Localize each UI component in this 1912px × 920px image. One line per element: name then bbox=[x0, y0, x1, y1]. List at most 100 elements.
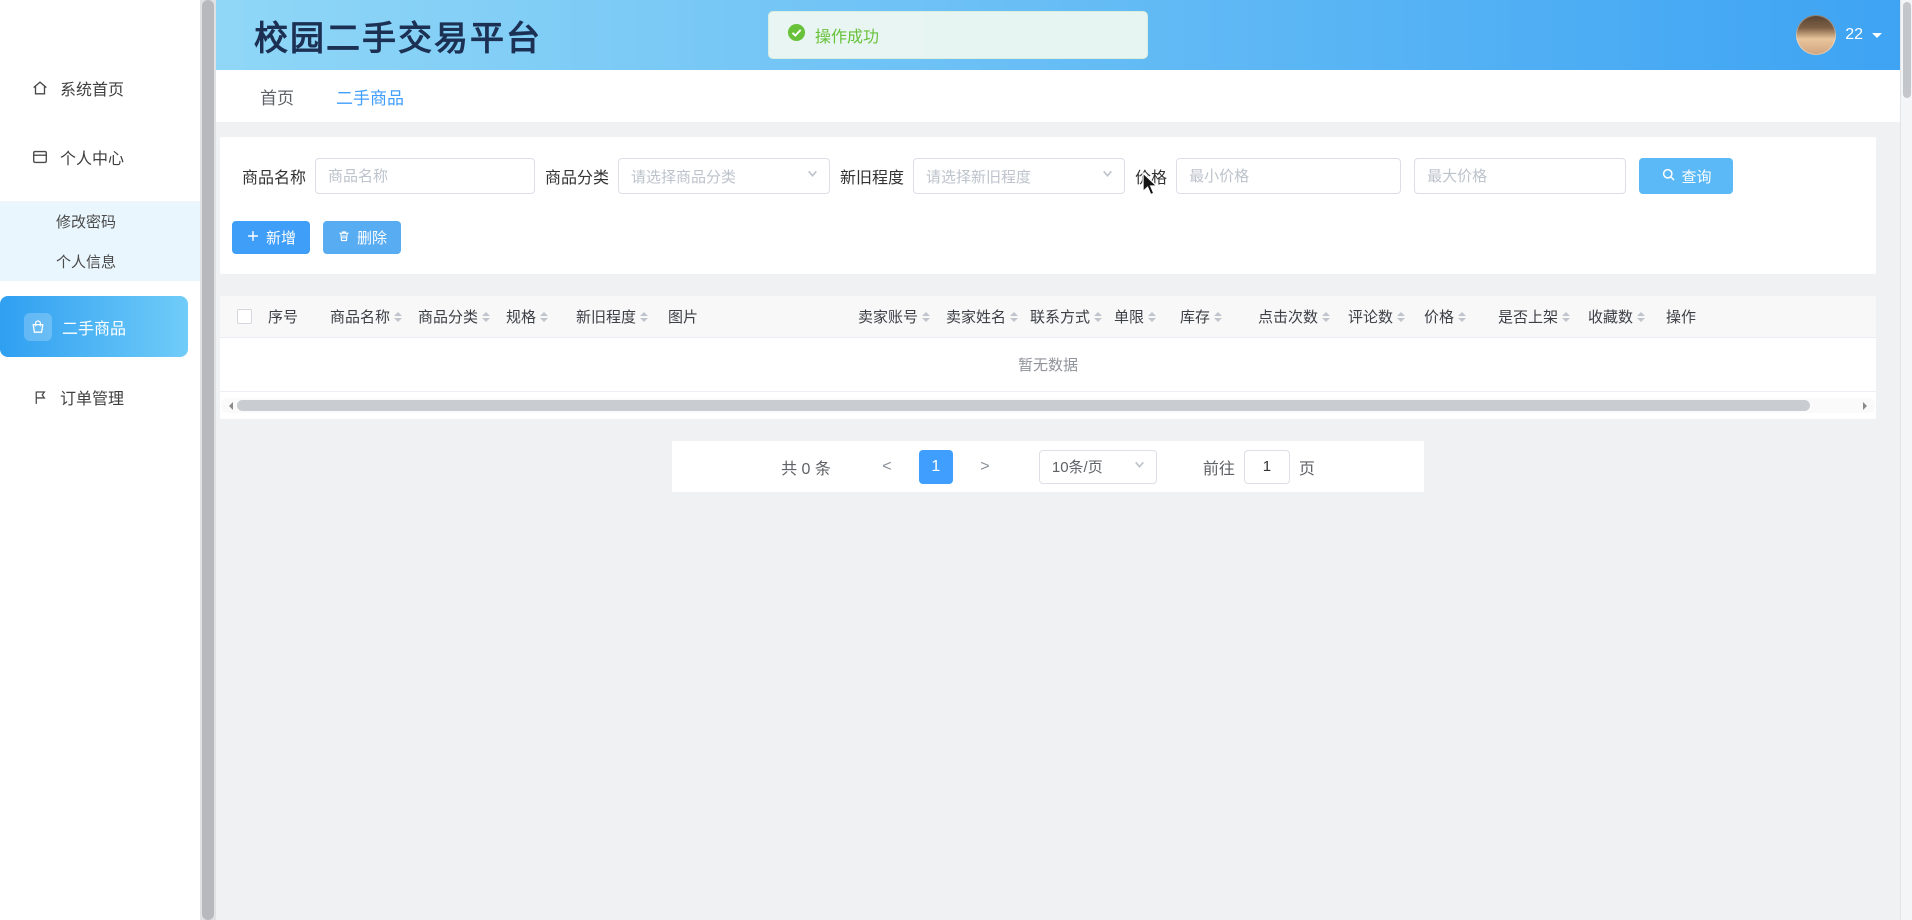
goods-icon bbox=[24, 313, 52, 341]
min-price-input[interactable] bbox=[1176, 158, 1401, 194]
sort-caret-icon[interactable] bbox=[540, 308, 548, 326]
sort-caret-icon[interactable] bbox=[922, 308, 930, 326]
sort-caret-icon[interactable] bbox=[1562, 308, 1570, 326]
tab-首页[interactable]: 首页 bbox=[260, 84, 294, 109]
toast-message: 操作成功 bbox=[815, 23, 879, 47]
sort-caret-icon[interactable] bbox=[1637, 308, 1645, 326]
sort-caret-icon[interactable] bbox=[1397, 308, 1405, 326]
sort-caret-icon[interactable] bbox=[1094, 308, 1102, 326]
sort-caret-icon[interactable] bbox=[394, 308, 402, 326]
current-page-button[interactable]: 1 bbox=[919, 450, 953, 484]
column-label: 规格 bbox=[506, 306, 536, 327]
filter-row: 商品名称 商品分类 请选择商品分类 新旧程度 请选择新旧程度 价格 bbox=[232, 158, 1858, 194]
column-label: 评论数 bbox=[1348, 306, 1393, 327]
column-header-评论数[interactable]: 评论数 bbox=[1348, 306, 1424, 327]
sidebar-item-系统首页[interactable]: 系统首页 bbox=[0, 64, 200, 112]
plus-icon bbox=[246, 229, 260, 247]
trash-icon bbox=[337, 229, 351, 247]
column-header-图片: 图片 bbox=[668, 306, 858, 327]
tab-二手商品[interactable]: 二手商品 bbox=[336, 84, 404, 109]
sidebar-scrollbar[interactable] bbox=[200, 0, 216, 920]
sidebar-item-订单管理[interactable]: 订单管理 bbox=[0, 373, 200, 421]
app-header: 校园二手交易平台 操作成功 22 bbox=[216, 0, 1912, 70]
prev-page-button[interactable]: < bbox=[873, 458, 901, 476]
user-menu[interactable]: 22 bbox=[1796, 0, 1882, 70]
horizontal-scrollbar[interactable] bbox=[221, 398, 1875, 413]
sort-caret-icon[interactable] bbox=[1458, 308, 1466, 326]
condition-label: 新旧程度 bbox=[840, 164, 904, 188]
column-header-卖家账号[interactable]: 卖家账号 bbox=[858, 306, 946, 327]
column-label: 单限 bbox=[1114, 306, 1144, 327]
column-header-操作: 操作 bbox=[1666, 306, 1726, 327]
column-header-卖家姓名[interactable]: 卖家姓名 bbox=[946, 306, 1030, 327]
user-name: 22 bbox=[1845, 26, 1863, 44]
column-header-序号: 序号 bbox=[268, 306, 330, 327]
column-header-联系方式[interactable]: 联系方式 bbox=[1030, 306, 1114, 327]
sidebar-item-个人信息[interactable]: 个人信息 bbox=[0, 241, 200, 281]
sidebar: 系统首页个人中心修改密码个人信息二手商品订单管理 bbox=[0, 0, 200, 920]
category-select[interactable]: 请选择商品分类 bbox=[618, 158, 830, 194]
sort-caret-icon[interactable] bbox=[640, 308, 648, 326]
column-header-收藏数[interactable]: 收藏数 bbox=[1588, 306, 1666, 327]
table-empty-row: 暂无数据 bbox=[220, 338, 1876, 392]
sidebar-item-个人中心[interactable]: 个人中心 bbox=[0, 133, 200, 181]
column-label: 操作 bbox=[1666, 306, 1696, 327]
product-name-label: 商品名称 bbox=[242, 164, 306, 188]
sort-caret-icon[interactable] bbox=[1322, 308, 1330, 326]
column-header-点击次数[interactable]: 点击次数 bbox=[1258, 306, 1348, 327]
sidebar-item-修改密码[interactable]: 修改密码 bbox=[0, 201, 200, 241]
page-size-select[interactable]: 10条/页 bbox=[1039, 450, 1157, 484]
column-header-是否上架[interactable]: 是否上架 bbox=[1498, 306, 1588, 327]
sort-caret-icon[interactable] bbox=[482, 308, 490, 326]
table-header-row: 序号商品名称 商品分类 规格 新旧程度图片 卖家账号 卖家姓名 联系方式 单限 库存点击次数 评论… bbox=[220, 296, 1876, 338]
search-button[interactable]: 查询 bbox=[1639, 158, 1733, 194]
sidebar-item-label: 个人中心 bbox=[60, 145, 124, 169]
window-scrollbar-thumb[interactable] bbox=[1903, 2, 1911, 98]
content-area: 商品名称 商品分类 请选择商品分类 新旧程度 请选择新旧程度 价格 bbox=[216, 122, 1912, 920]
filter-panel: 商品名称 商品分类 请选择商品分类 新旧程度 请选择新旧程度 价格 bbox=[220, 137, 1876, 274]
column-label: 图片 bbox=[668, 306, 698, 327]
column-label: 联系方式 bbox=[1030, 306, 1090, 327]
sidebar-item-二手商品[interactable]: 二手商品 bbox=[0, 296, 188, 357]
sidebar-menu: 系统首页个人中心修改密码个人信息二手商品订单管理 bbox=[0, 64, 200, 421]
flag-icon bbox=[30, 387, 50, 407]
sort-caret-icon[interactable] bbox=[1214, 308, 1222, 326]
condition-select[interactable]: 请选择新旧程度 bbox=[913, 158, 1125, 194]
column-label: 商品名称 bbox=[330, 306, 390, 327]
category-select-placeholder: 请选择商品分类 bbox=[631, 166, 736, 187]
window-scrollbar[interactable] bbox=[1900, 0, 1912, 920]
add-button[interactable]: 新增 bbox=[232, 221, 310, 254]
chevron-down-icon bbox=[1872, 33, 1882, 43]
column-header-新旧程度[interactable]: 新旧程度 bbox=[576, 306, 668, 327]
horizontal-scrollbar-thumb[interactable] bbox=[237, 400, 1810, 411]
column-label: 点击次数 bbox=[1258, 306, 1318, 327]
avatar[interactable] bbox=[1796, 15, 1836, 55]
select-all-checkbox[interactable] bbox=[237, 309, 252, 324]
column-header-价格[interactable]: 价格 bbox=[1424, 306, 1498, 327]
column-header-库存[interactable]: 库存 bbox=[1180, 306, 1258, 327]
goto-page-input[interactable] bbox=[1244, 450, 1290, 484]
column-header-商品分类[interactable]: 商品分类 bbox=[418, 306, 506, 327]
column-label: 商品分类 bbox=[418, 306, 478, 327]
product-name-input[interactable] bbox=[315, 158, 535, 194]
column-label: 卖家账号 bbox=[858, 306, 918, 327]
column-header-商品名称[interactable]: 商品名称 bbox=[330, 306, 418, 327]
next-page-button[interactable]: > bbox=[971, 458, 999, 476]
sort-caret-icon[interactable] bbox=[1148, 308, 1156, 326]
sidebar-scrollbar-thumb[interactable] bbox=[202, 0, 214, 920]
column-label: 卖家姓名 bbox=[946, 306, 1006, 327]
search-icon bbox=[1661, 167, 1676, 186]
pagination: 共 0 条 < 1 > 10条/页 前往 页 bbox=[672, 441, 1424, 492]
column-label: 是否上架 bbox=[1498, 306, 1558, 327]
column-header-单限[interactable]: 单限 bbox=[1114, 306, 1180, 327]
sort-caret-icon[interactable] bbox=[1010, 308, 1018, 326]
page-size-value: 10条/页 bbox=[1052, 456, 1103, 477]
column-label: 收藏数 bbox=[1588, 306, 1633, 327]
scroll-left-icon[interactable] bbox=[225, 402, 233, 410]
scroll-right-icon[interactable] bbox=[1863, 402, 1871, 410]
sidebar-item-label: 二手商品 bbox=[62, 315, 126, 339]
column-header-规格[interactable]: 规格 bbox=[506, 306, 576, 327]
pagination-total: 共 0 条 bbox=[781, 455, 831, 479]
delete-button[interactable]: 删除 bbox=[323, 221, 401, 254]
max-price-input[interactable] bbox=[1414, 158, 1626, 194]
